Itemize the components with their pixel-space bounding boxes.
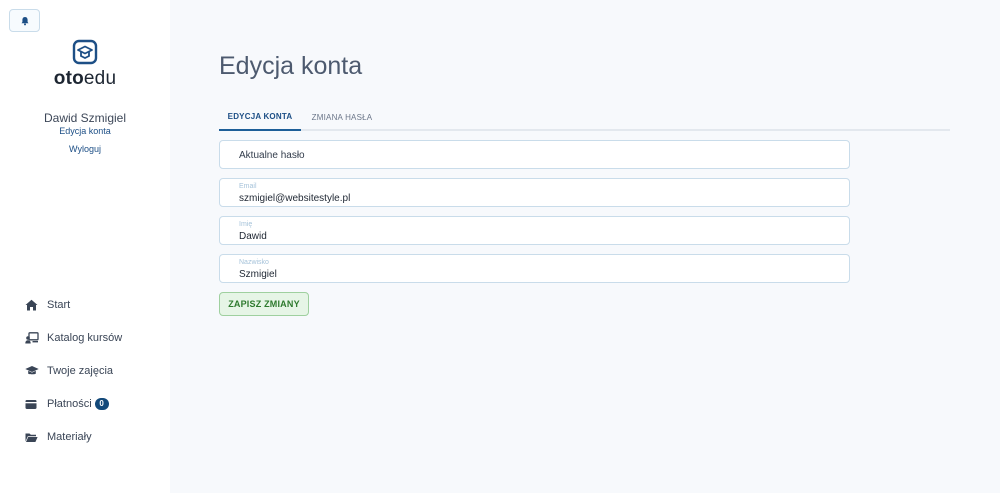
tab-edit-account[interactable]: EDYCJA KONTA bbox=[219, 104, 301, 131]
notifications-button[interactable] bbox=[9, 9, 40, 32]
save-changes-button[interactable]: ZAPISZ ZMIANY bbox=[219, 292, 309, 316]
nav-label: Materiały bbox=[47, 431, 92, 443]
email-field[interactable]: Email szmigiel@websitestyle.pl bbox=[219, 178, 850, 207]
folder-open-icon bbox=[25, 433, 38, 442]
first-name-field[interactable]: Imię Dawid bbox=[219, 216, 850, 245]
first-name-label: Imię bbox=[239, 221, 253, 228]
tab-change-password[interactable]: ZMIANA HASŁA bbox=[301, 104, 383, 131]
logo-icon bbox=[72, 39, 98, 65]
email-label: Email bbox=[239, 183, 257, 190]
sidebar: otoedu Dawid Szmigiel Edycja konta Wylog… bbox=[0, 0, 170, 493]
page-title: Edycja konta bbox=[219, 52, 363, 80]
course-catalog-icon bbox=[25, 332, 39, 344]
nav-label: Płatności bbox=[47, 398, 92, 410]
graduation-cap-icon bbox=[25, 366, 39, 375]
email-value: szmigiel@websitestyle.pl bbox=[239, 193, 351, 204]
user-name: Dawid Szmigiel bbox=[43, 111, 127, 125]
last-name-field[interactable]: Nazwisko Szmigiel bbox=[219, 254, 850, 283]
nav-item-materials[interactable]: Materiały bbox=[25, 431, 92, 443]
nav-item-catalog[interactable]: Katalog kursów bbox=[25, 332, 122, 344]
nav-item-payments[interactable]: Płatności 0 bbox=[25, 398, 109, 410]
last-name-label: Nazwisko bbox=[239, 259, 269, 266]
wallet-icon bbox=[25, 399, 37, 409]
payments-count-badge: 0 bbox=[94, 398, 109, 410]
last-name-value: Szmigiel bbox=[239, 269, 277, 280]
nav-label: Katalog kursów bbox=[47, 332, 123, 344]
home-icon bbox=[25, 299, 38, 311]
edit-account-link[interactable]: Edycja konta bbox=[0, 126, 170, 136]
nav-label: Twoje zajęcia bbox=[47, 365, 114, 377]
nav-label: Start bbox=[47, 299, 71, 311]
brand-logo: otoedu bbox=[53, 68, 117, 89]
logout-link[interactable]: Wyloguj bbox=[0, 144, 170, 154]
current-password-field[interactable]: Aktualne hasło bbox=[219, 140, 850, 169]
first-name-value: Dawid bbox=[239, 231, 267, 242]
bell-icon bbox=[21, 16, 28, 25]
nav-item-start[interactable]: Start bbox=[25, 299, 70, 311]
current-password-placeholder: Aktualne hasło bbox=[239, 150, 305, 161]
account-tabs: EDYCJA KONTA ZMIANA HASŁA bbox=[219, 104, 950, 131]
nav-item-my-classes[interactable]: Twoje zajęcia bbox=[25, 365, 113, 377]
